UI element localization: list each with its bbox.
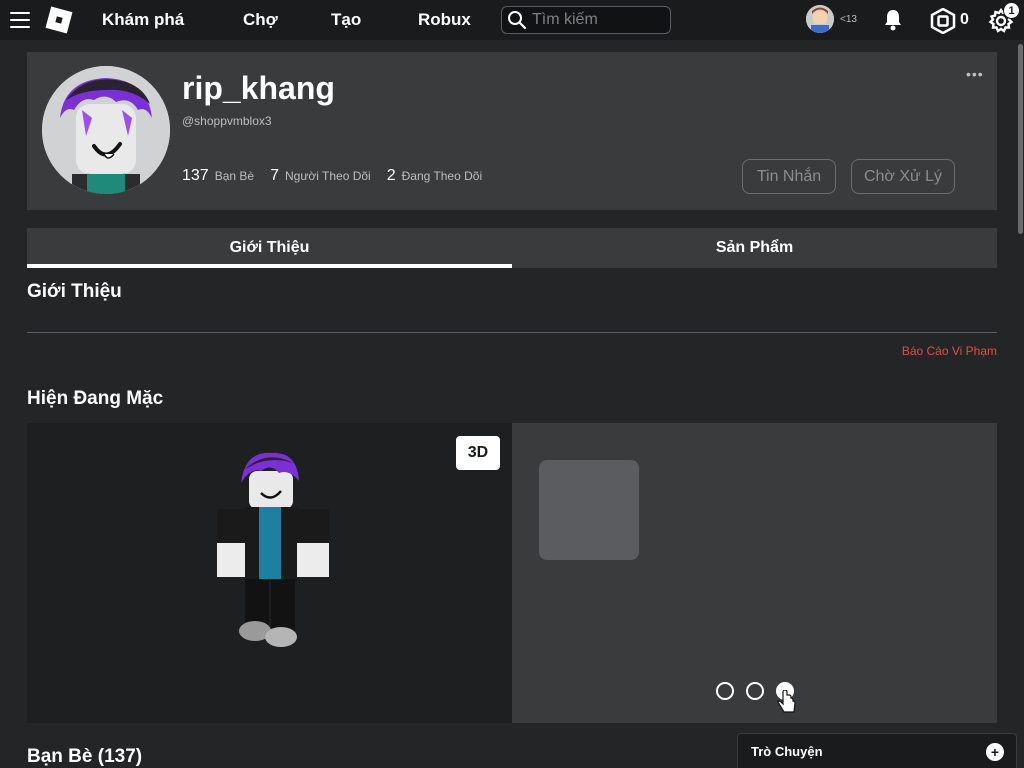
followers-count[interactable]: 7 — [270, 167, 279, 185]
currently-wearing-title: Hiện Đang Mặc — [27, 388, 164, 409]
nav-link-create[interactable]: Tạo — [331, 10, 361, 30]
notification-bell-icon[interactable] — [881, 8, 905, 32]
tab-creations[interactable]: Sản Phẩm — [512, 228, 997, 268]
view-3d-button[interactable]: 3D — [456, 436, 500, 470]
search-box — [501, 6, 671, 34]
profile-handle: @shoppvmblox3 — [182, 114, 272, 128]
settings-notification-badge: 1 — [1003, 2, 1020, 19]
report-abuse-link[interactable]: Báo Cáo Vi Phạm — [902, 344, 997, 358]
user-avatar[interactable] — [806, 5, 834, 33]
hand-cursor-icon — [777, 690, 796, 713]
wearing-item-thumbnail[interactable] — [539, 460, 639, 560]
top-nav-bar: Khám phá Chợ Tạo Robux <13 0 1 — [0, 0, 1024, 40]
menu-icon[interactable] — [10, 12, 30, 28]
new-chat-icon[interactable]: + — [986, 743, 1004, 761]
profile-tabs: Giới Thiệu Sản Phẩm — [27, 228, 997, 268]
following-count[interactable]: 2 — [387, 167, 396, 185]
pending-button[interactable]: Chờ Xử Lý — [851, 159, 955, 194]
page-scrollbar[interactable] — [1018, 44, 1023, 234]
carousel-dot-1[interactable] — [716, 682, 734, 700]
avatar-figure — [217, 452, 329, 647]
nav-link-marketplace[interactable]: Chợ — [243, 10, 278, 30]
roblox-logo-icon[interactable] — [45, 6, 73, 34]
search-icon[interactable] — [502, 7, 532, 33]
robux-count: 0 — [960, 11, 969, 28]
followers-label[interactable]: Người Theo Dõi — [285, 169, 371, 183]
friends-section-title: Bạn Bè (137) — [27, 746, 143, 767]
carousel-dot-2[interactable] — [746, 682, 764, 700]
avatar-viewer[interactable] — [27, 423, 512, 723]
profile-stats: 137 Bạn Bè 7 Người Theo Dõi 2 Đang Theo … — [182, 167, 498, 185]
friends-count[interactable]: 137 — [182, 167, 209, 185]
tab-about[interactable]: Giới Thiệu — [27, 228, 512, 268]
message-button[interactable]: Tin Nhắn — [742, 159, 836, 194]
robux-icon[interactable] — [930, 8, 956, 34]
more-options-icon[interactable]: ••• — [966, 66, 984, 82]
nav-link-discover[interactable]: Khám phá — [102, 10, 184, 30]
search-input[interactable] — [532, 11, 662, 29]
following-label[interactable]: Đang Theo Dõi — [402, 169, 483, 183]
about-title: Giới Thiệu — [27, 281, 122, 302]
profile-header-card: rip_khang @shoppvmblox3 137 Bạn Bè 7 Ngư… — [27, 52, 997, 210]
profile-username: rip_khang — [182, 70, 335, 106]
chat-bar[interactable]: Trò Chuyện + — [737, 733, 1017, 768]
chat-label: Trò Chuyện — [751, 743, 823, 759]
nav-link-robux[interactable]: Robux — [418, 10, 471, 30]
profile-avatar[interactable] — [42, 66, 170, 194]
friends-label[interactable]: Bạn Bè — [215, 169, 254, 183]
age-label: <13 — [840, 14, 857, 25]
section-divider — [27, 332, 997, 333]
